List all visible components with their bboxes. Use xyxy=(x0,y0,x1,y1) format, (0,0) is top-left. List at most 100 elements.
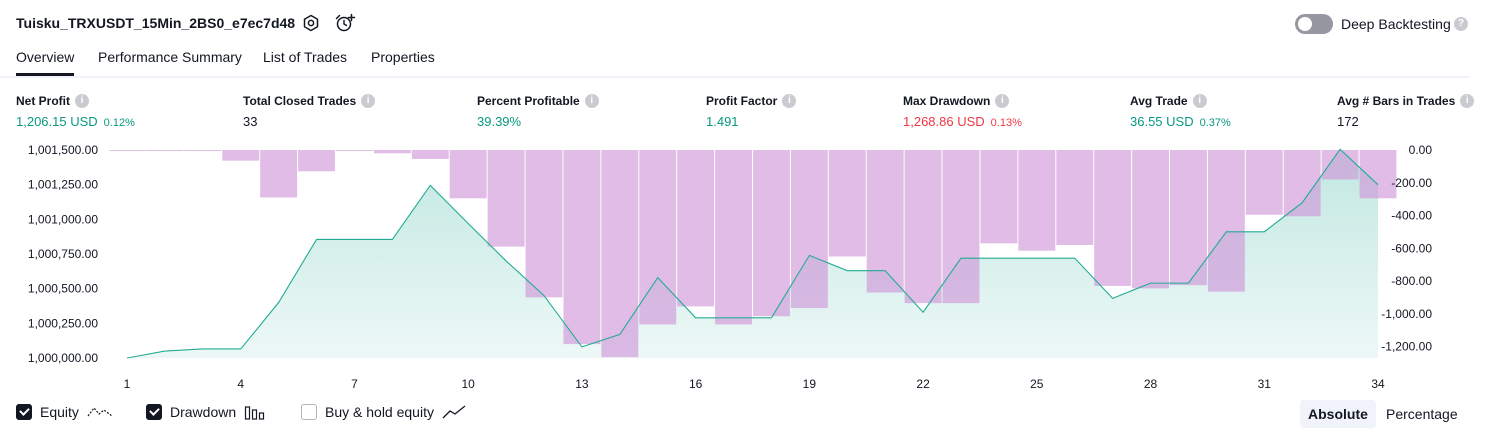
x-axis-tick-label: 16 xyxy=(689,377,703,391)
drawdown-bar xyxy=(1132,150,1169,289)
tab-list-of-trades[interactable]: List of Trades xyxy=(263,49,347,73)
drawdown-bar xyxy=(1359,150,1397,199)
settings-icon[interactable] xyxy=(301,13,321,33)
drawdown-bar xyxy=(109,150,146,151)
left-axis-tick-label: 1,001,500.00 xyxy=(28,143,98,157)
drawdown-bar xyxy=(790,150,828,309)
left-axis-tick-label: 1,000,750.00 xyxy=(28,247,98,261)
info-icon[interactable]: i xyxy=(995,94,1010,108)
x-axis-tick-label: 34 xyxy=(1371,377,1385,391)
tab-overview[interactable]: Overview xyxy=(16,49,75,76)
percentage-button[interactable]: Percentage xyxy=(1378,400,1466,428)
left-axis-tick-label: 1,000,500.00 xyxy=(28,282,98,296)
absolute-button[interactable]: Absolute xyxy=(1300,400,1376,428)
drawdown-bar xyxy=(715,150,752,325)
drawdown-bar xyxy=(563,150,601,345)
drawdown-bar xyxy=(487,150,525,247)
legend-drawdown[interactable]: Drawdown xyxy=(146,404,266,420)
info-icon[interactable]: i xyxy=(1192,94,1207,108)
report-tabs: Overview Performance Summary List of Tra… xyxy=(0,46,1470,78)
x-axis-tick-label: 19 xyxy=(803,377,817,391)
metric-profit-factor: Profit Factor i 1.491 xyxy=(706,94,797,129)
drawdown-bar xyxy=(1283,150,1321,217)
left-axis-tick-label: 1,001,250.00 xyxy=(28,178,98,192)
metric-label: Avg # Bars in Trades xyxy=(1337,94,1456,108)
add-alert-icon[interactable] xyxy=(334,13,356,33)
metric-value: 36.55 USD xyxy=(1130,114,1194,129)
x-axis-tick-label: 28 xyxy=(1144,377,1158,391)
strategy-title: Tuisku_TRXUSDT_15Min_2BS0_e7ec7d48 xyxy=(16,15,296,31)
drawdown-bar xyxy=(639,150,677,325)
drawdown-bar xyxy=(601,150,639,358)
metric-percent-profitable: Percent Profitable i 39.39% xyxy=(477,94,599,129)
metric-percent: 0.12% xyxy=(103,117,135,129)
metric-label: Max Drawdown xyxy=(903,94,991,108)
buy-hold-checkbox[interactable] xyxy=(301,404,317,420)
metric-value: 33 xyxy=(243,114,258,129)
info-icon[interactable]: i xyxy=(361,94,376,108)
drawdown-bar xyxy=(1056,150,1094,245)
deep-backtesting-toggle[interactable] xyxy=(1295,14,1333,34)
drawdown-bar xyxy=(753,150,790,317)
right-axis-tick-label: -800.00 xyxy=(1391,274,1432,288)
metric-value: 1.491 xyxy=(706,114,739,129)
equity-checkbox[interactable] xyxy=(16,404,32,420)
info-icon[interactable]: i xyxy=(1460,94,1475,108)
metric-label: Avg Trade xyxy=(1130,94,1188,108)
metric-percent: 0.13% xyxy=(990,117,1022,129)
report-header: Tuisku_TRXUSDT_15Min_2BS0_e7ec7d48 Deep … xyxy=(0,0,1486,46)
metric-value: 1,206.15 USD xyxy=(16,114,98,129)
drawdown-bar xyxy=(373,150,411,154)
metric-label: Profit Factor xyxy=(706,94,778,108)
legend-buy-hold[interactable]: Buy & hold equity xyxy=(301,404,466,420)
drawdown-bar xyxy=(260,150,298,198)
drawdown-bar xyxy=(1245,150,1283,215)
x-axis-tick-label: 31 xyxy=(1258,377,1272,391)
drawdown-bar xyxy=(525,150,563,298)
x-axis-tick-label: 13 xyxy=(575,377,589,391)
metric-value: 172 xyxy=(1337,114,1359,129)
info-icon[interactable]: i xyxy=(75,94,89,108)
drawdown-bar xyxy=(1018,150,1056,251)
tab-performance-summary[interactable]: Performance Summary xyxy=(98,49,242,73)
drawdown-bar xyxy=(677,150,715,307)
drawdown-bars-icon xyxy=(245,406,265,420)
metric-total-closed-trades: Total Closed Trades i 33 xyxy=(243,94,376,129)
legend-label: Equity xyxy=(40,404,79,420)
drawdown-bar xyxy=(942,150,980,304)
right-axis-tick-label: -400.00 xyxy=(1391,209,1432,223)
drawdown-bar xyxy=(298,150,335,172)
drawdown-bar xyxy=(222,150,260,161)
x-axis-tick-label: 7 xyxy=(351,377,358,391)
left-axis-tick-label: 1,000,000.00 xyxy=(28,351,98,365)
drawdown-bar xyxy=(336,150,373,151)
buy-hold-line-icon xyxy=(442,405,466,419)
metric-value: 39.39% xyxy=(477,114,522,129)
equity-line-icon xyxy=(87,407,113,417)
right-axis-tick-label: -200.00 xyxy=(1391,176,1432,190)
x-axis-tick-label: 22 xyxy=(916,377,930,391)
drawdown-bar xyxy=(1094,150,1132,286)
tab-properties[interactable]: Properties xyxy=(371,49,435,73)
info-icon[interactable]: i xyxy=(782,94,797,108)
drawdown-bar xyxy=(980,150,1018,244)
legend-label: Buy & hold equity xyxy=(325,404,434,420)
equity-drawdown-chart-svg: 1,001,500.00 1,001,250.00 1,001,000.00 1,00… xyxy=(28,143,1432,391)
metric-net-profit: Net Profit i 1,206.15 USD 0.12% xyxy=(16,94,135,129)
right-axis-tick-label: -1,000.00 xyxy=(1381,307,1432,321)
x-axis-tick-label: 10 xyxy=(462,377,476,391)
drawdown-bar xyxy=(184,150,222,151)
drawdown-bar xyxy=(146,150,184,151)
drawdown-bar xyxy=(411,150,449,160)
info-icon[interactable]: i xyxy=(584,94,599,108)
metric-label: Total Closed Trades xyxy=(243,94,357,108)
deep-backtesting-label: Deep Backtesting xyxy=(1341,16,1451,32)
legend-equity[interactable]: Equity xyxy=(16,404,113,420)
deep-backtesting-help-icon[interactable]: ? xyxy=(1454,17,1468,31)
equity-chart[interactable]: 1,001,500.00 1,001,250.00 1,001,000.00 1,00… xyxy=(0,140,1486,395)
left-axis-tick-label: 1,001,000.00 xyxy=(28,212,98,226)
drawdown-checkbox[interactable] xyxy=(146,404,162,420)
drawdown-bar xyxy=(449,150,487,199)
x-axis-tick-label: 4 xyxy=(237,377,244,391)
metric-max-drawdown: Max Drawdown i 1,268.86 USD 0.13% xyxy=(903,94,1022,129)
